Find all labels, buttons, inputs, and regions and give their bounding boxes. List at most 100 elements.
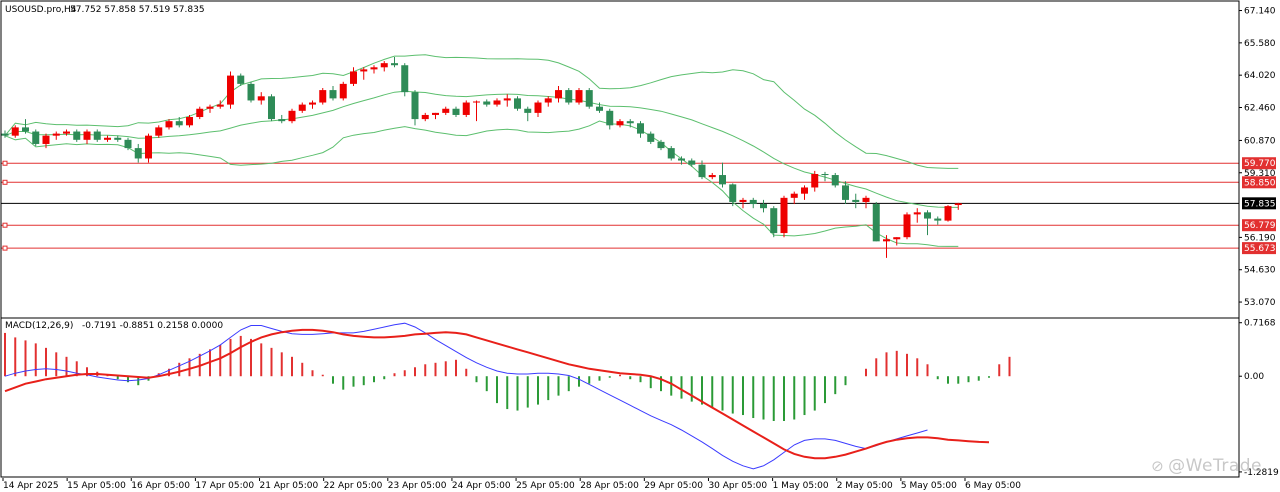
candle[interactable]	[944, 206, 952, 221]
candle[interactable]	[432, 112, 439, 115]
candle[interactable]	[22, 127, 29, 132]
candle[interactable]	[565, 90, 573, 103]
candle[interactable]	[339, 83, 347, 99]
candle[interactable]	[298, 104, 306, 111]
candle[interactable]	[237, 75, 245, 84]
candle[interactable]	[626, 121, 634, 124]
candle[interactable]	[780, 197, 788, 234]
candle[interactable]	[309, 102, 316, 105]
candle[interactable]	[462, 102, 470, 115]
candle[interactable]	[842, 185, 849, 200]
candle[interactable]	[73, 131, 81, 140]
candle[interactable]	[616, 121, 624, 126]
candle[interactable]	[145, 135, 152, 159]
candle[interactable]	[801, 187, 808, 194]
candle[interactable]	[739, 199, 747, 202]
candle[interactable]	[862, 197, 870, 202]
candle[interactable]	[585, 90, 593, 107]
candle[interactable]	[83, 131, 91, 140]
candle[interactable]	[688, 160, 696, 165]
candle[interactable]	[954, 203, 962, 206]
candle[interactable]	[411, 92, 419, 120]
candle[interactable]	[52, 133, 60, 136]
candle[interactable]	[544, 98, 552, 103]
candle[interactable]	[903, 214, 911, 238]
candle[interactable]	[503, 98, 511, 101]
candle[interactable]	[1, 133, 9, 136]
macd-pane[interactable]	[4, 322, 1011, 470]
candle[interactable]	[524, 108, 532, 113]
candle[interactable]	[350, 71, 357, 84]
candle[interactable]	[749, 199, 757, 205]
candle[interactable]	[278, 119, 286, 122]
candle[interactable]	[708, 175, 716, 178]
candle[interactable]	[134, 148, 142, 159]
candle[interactable]	[883, 239, 890, 242]
level-handle-4[interactable]	[2, 245, 8, 251]
candle[interactable]	[165, 121, 173, 128]
candle[interactable]	[186, 117, 193, 126]
candle[interactable]	[893, 237, 901, 240]
candle[interactable]	[924, 212, 931, 219]
candle[interactable]	[442, 108, 450, 113]
candle[interactable]	[380, 63, 388, 68]
candle[interactable]	[93, 131, 101, 140]
price-pane[interactable]	[1, 54, 1239, 258]
candle[interactable]	[370, 67, 378, 70]
candle[interactable]	[401, 65, 409, 93]
candle[interactable]	[483, 101, 491, 105]
candle[interactable]	[421, 114, 429, 120]
candle[interactable]	[32, 131, 40, 144]
candle[interactable]	[606, 110, 614, 126]
candle[interactable]	[596, 106, 603, 111]
candle[interactable]	[657, 141, 665, 149]
candle[interactable]	[114, 137, 122, 140]
level-handle-1[interactable]	[2, 179, 8, 185]
candle[interactable]	[268, 96, 275, 120]
candle[interactable]	[288, 110, 296, 122]
candle[interactable]	[934, 218, 942, 221]
candle[interactable]	[329, 90, 337, 99]
candle[interactable]	[698, 164, 706, 178]
candle[interactable]	[852, 199, 860, 202]
candle[interactable]	[534, 102, 542, 113]
candle[interactable]	[206, 106, 214, 109]
candle[interactable]	[790, 193, 798, 198]
candle[interactable]	[831, 175, 839, 186]
candle[interactable]	[473, 101, 480, 103]
candle[interactable]	[514, 98, 521, 109]
candle[interactable]	[216, 104, 224, 107]
candle[interactable]	[770, 208, 778, 234]
trading-chart[interactable]: 59.770 58.850 57.835 56.779 55.673 67.140 65.5…	[0, 0, 1280, 492]
candle[interactable]	[124, 139, 132, 149]
candle[interactable]	[257, 96, 265, 101]
candle[interactable]	[227, 75, 234, 105]
candle[interactable]	[811, 174, 819, 188]
candle[interactable]	[872, 204, 880, 242]
candle[interactable]	[678, 158, 685, 161]
candle[interactable]	[760, 204, 767, 209]
candle[interactable]	[821, 174, 829, 176]
candle[interactable]	[493, 100, 501, 105]
candle[interactable]	[104, 137, 111, 140]
candle[interactable]	[575, 90, 583, 103]
candle[interactable]	[647, 133, 655, 142]
level-handle-0[interactable]	[2, 160, 8, 166]
candle[interactable]	[391, 63, 398, 66]
candle[interactable]	[155, 127, 163, 136]
candle[interactable]	[913, 212, 921, 215]
candle[interactable]	[11, 127, 19, 136]
candle[interactable]	[360, 69, 368, 72]
candle[interactable]	[247, 83, 255, 101]
candle[interactable]	[63, 131, 70, 134]
candle[interactable]	[175, 121, 183, 126]
candle[interactable]	[667, 148, 675, 159]
level-handle-3[interactable]	[2, 222, 8, 228]
candle[interactable]	[196, 108, 204, 118]
candle[interactable]	[729, 184, 737, 202]
candle[interactable]	[42, 135, 50, 144]
candle[interactable]	[637, 123, 644, 134]
candle[interactable]	[319, 90, 327, 103]
candle[interactable]	[555, 90, 562, 99]
candle[interactable]	[719, 175, 726, 185]
